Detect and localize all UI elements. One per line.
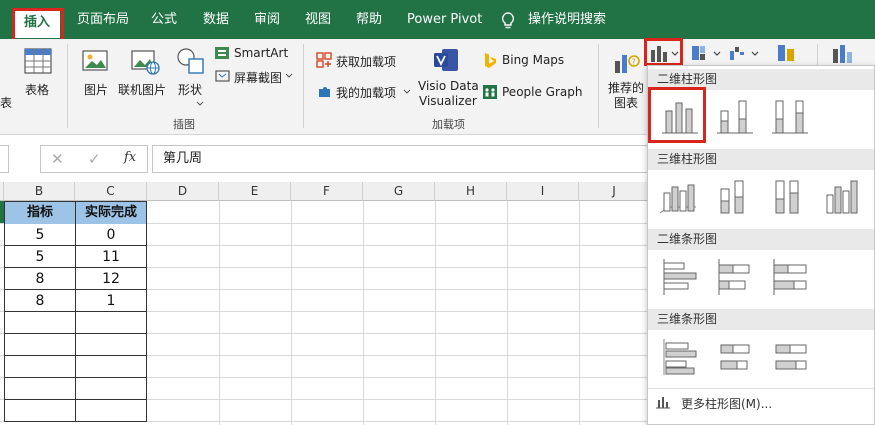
- table-header-indicator[interactable]: 指标: [5, 202, 75, 224]
- column-header-i[interactable]: I: [507, 182, 579, 201]
- section-2d-bar: 二维条形图: [648, 229, 874, 250]
- column-header-e[interactable]: E: [219, 182, 291, 201]
- recommended-charts-line2[interactable]: 图表: [614, 94, 638, 111]
- column-header-j[interactable]: J: [579, 182, 650, 201]
- cancel-icon[interactable]: ✕: [51, 150, 64, 168]
- screenshot-icon[interactable]: [214, 68, 232, 84]
- hierarchy-chart-icon[interactable]: [690, 43, 724, 63]
- clustered-column-chart-icon[interactable]: [660, 97, 700, 137]
- column-header-d[interactable]: D: [147, 182, 219, 201]
- table-icon[interactable]: [23, 46, 53, 76]
- column-header-h[interactable]: H: [435, 182, 507, 201]
- tab-review[interactable]: 审阅: [254, 9, 280, 31]
- stacked-bar-chart-icon[interactable]: [715, 257, 755, 297]
- recommended-charts-icon[interactable]: ?: [613, 47, 643, 77]
- people-graph-button[interactable]: People Graph: [502, 85, 583, 99]
- online-pictures-button[interactable]: 联机图片: [118, 81, 166, 98]
- tab-power-pivot[interactable]: Power Pivot: [407, 9, 482, 31]
- table-cell[interactable]: 1: [76, 290, 146, 312]
- visio-label-line2[interactable]: Visualizer: [419, 94, 477, 108]
- chart-partial-label: 表: [0, 96, 13, 110]
- section-3d-column: 三维柱形图: [648, 149, 874, 170]
- smartart-icon[interactable]: [214, 45, 232, 61]
- ribbon-tab-bar: 插入 页面布局 公式 数据 审阅 视图 帮助 Power Pivot 操作说明搜…: [0, 0, 875, 39]
- people-graph-icon[interactable]: [482, 84, 498, 100]
- insert-function-button[interactable]: fx: [124, 150, 136, 165]
- pictures-button[interactable]: 图片: [84, 81, 108, 98]
- table-cell[interactable]: 12: [76, 268, 146, 290]
- column-header-f[interactable]: F: [291, 182, 363, 201]
- svg-text:?: ?: [632, 58, 636, 67]
- formula-input[interactable]: 第几周: [152, 145, 650, 173]
- table-cell[interactable]: 0: [76, 224, 146, 246]
- screenshot-button[interactable]: 屏幕截图: [234, 69, 282, 86]
- chevron-down-icon: [196, 101, 204, 106]
- column-bar-chart-icon[interactable]: [648, 42, 682, 64]
- shapes-button[interactable]: 形状: [178, 81, 202, 98]
- chevron-down-icon: [403, 89, 411, 94]
- 3d-clustered-column-icon[interactable]: [658, 177, 698, 217]
- pictures-icon[interactable]: [81, 46, 111, 76]
- enter-icon[interactable]: ✓: [88, 150, 101, 168]
- table-cell[interactable]: 5: [5, 224, 75, 246]
- get-addins-icon[interactable]: [316, 52, 332, 68]
- tab-formulas[interactable]: 公式: [151, 9, 177, 31]
- table-button[interactable]: 表格: [25, 81, 49, 98]
- waterfall-chart-icon[interactable]: [728, 43, 762, 63]
- visio-label-line1[interactable]: Visio Data: [418, 79, 479, 93]
- chevron-down-icon: [285, 73, 293, 78]
- section-2d-column: 二维柱形图: [648, 69, 874, 90]
- stacked-column-chart-icon[interactable]: [715, 97, 755, 137]
- illustrations-group-label: 插图: [173, 118, 195, 131]
- pivot-chart-icon[interactable]: [830, 43, 860, 67]
- 3d-column-icon[interactable]: [823, 177, 863, 217]
- tab-help[interactable]: 帮助: [356, 9, 382, 31]
- 3d-100-stacked-bar-icon[interactable]: [770, 337, 810, 377]
- formula-bar: ✕ ✓ fx 第几周: [0, 136, 650, 182]
- online-pictures-icon[interactable]: [129, 46, 161, 76]
- more-column-charts-icon: [656, 397, 670, 409]
- my-addins-button[interactable]: 我的加载项: [336, 84, 396, 101]
- get-addins-button[interactable]: 获取加载项: [336, 53, 396, 70]
- 3d-stacked-column-icon[interactable]: [713, 177, 753, 217]
- tab-page-layout[interactable]: 页面布局: [77, 9, 129, 31]
- shapes-icon[interactable]: [175, 46, 207, 76]
- tab-view[interactable]: 视图: [305, 9, 331, 31]
- my-addins-icon[interactable]: [316, 83, 332, 99]
- formula-buttons: ✕ ✓ fx: [40, 145, 148, 173]
- bing-maps-icon[interactable]: [482, 52, 498, 70]
- 3d-stacked-bar-icon[interactable]: [715, 337, 755, 377]
- name-box[interactable]: [0, 145, 9, 173]
- tab-insert[interactable]: 插入: [14, 10, 60, 38]
- 3d-clustered-bar-icon[interactable]: [660, 337, 700, 377]
- clustered-bar-chart-icon[interactable]: [660, 257, 700, 297]
- 100-stacked-bar-chart-icon[interactable]: [770, 257, 810, 297]
- column-header-b[interactable]: B: [4, 182, 75, 201]
- tab-data[interactable]: 数据: [203, 9, 229, 31]
- table-cell[interactable]: 8: [5, 290, 75, 312]
- lightbulb-icon: [501, 12, 515, 29]
- column-header-c[interactable]: C: [75, 182, 147, 201]
- bing-maps-button[interactable]: Bing Maps: [502, 53, 564, 67]
- column-header-g[interactable]: G: [363, 182, 435, 201]
- smartart-button[interactable]: SmartArt: [234, 46, 288, 60]
- 3d-100-stacked-column-icon[interactable]: [768, 177, 808, 217]
- section-3d-bar: 三维条形图: [648, 309, 874, 330]
- column-chart-gallery: 二维柱形图 三维柱形图 二维条形图 三维条形图 更多柱形图(M)...: [647, 65, 875, 425]
- table-cell[interactable]: 5: [5, 246, 75, 268]
- more-column-charts-button[interactable]: 更多柱形图(M)...: [681, 395, 772, 412]
- addins-group-label: 加载项: [432, 118, 465, 131]
- table-cell[interactable]: 8: [5, 268, 75, 290]
- table-header-actual[interactable]: 实际完成: [76, 202, 146, 224]
- tell-me-search[interactable]: 操作说明搜索: [528, 9, 606, 31]
- worksheet-grid: B C D E F G H I J 指标 实际完成 5 0 5 11 8 12 …: [0, 182, 650, 425]
- map-chart-icon[interactable]: [775, 41, 799, 65]
- 100-stacked-column-chart-icon[interactable]: [770, 97, 810, 137]
- visio-icon[interactable]: [432, 46, 460, 74]
- table-cell[interactable]: 11: [76, 246, 146, 268]
